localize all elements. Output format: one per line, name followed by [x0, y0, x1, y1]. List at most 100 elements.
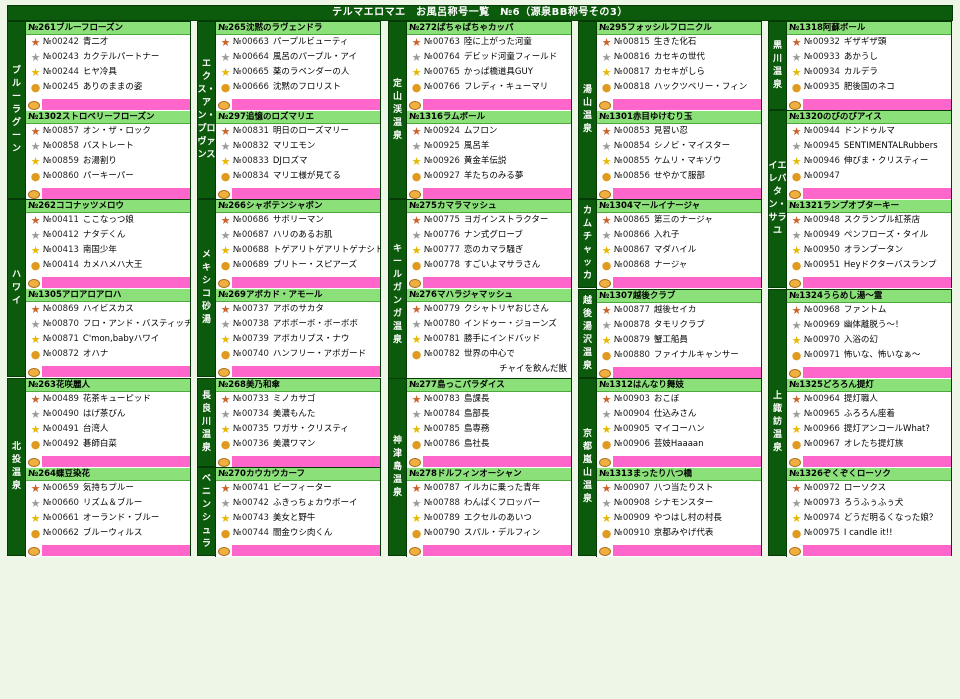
title-name: ヒヤ冷具: [82, 67, 117, 77]
gold-medal-icon: ★: [30, 423, 41, 436]
title-row: ★ №00866 入れ子: [597, 228, 761, 243]
title-row: ★ №00779 クシャトリヤおじさん: [407, 302, 571, 317]
title-name: 闇金ウシ肉くん: [272, 528, 333, 538]
title-name: 島部長: [463, 409, 490, 419]
title-row: ★ №00781 勝手にインドバッド: [407, 332, 571, 347]
title-name: ドンドゥルマ: [843, 126, 895, 136]
bronze-medal-icon: ★: [791, 214, 802, 227]
title-name: 提灯職人: [843, 394, 878, 404]
title-number: №00867: [614, 245, 650, 255]
title-group: №264蝶豆染花 ★ №00659 気持ちブルー ★ №00660 リズム＆ブルー ★ №006…: [25, 468, 190, 557]
title-row: ★ №00857 オン・ザ・ロック: [26, 124, 190, 139]
silver-medal-icon: ★: [30, 497, 41, 510]
gold-medal-icon: ★: [220, 244, 231, 257]
gold-medal-icon: ★: [791, 244, 802, 257]
title-number: №00777: [424, 245, 460, 255]
title-number: №00740: [233, 349, 269, 359]
gold-medal-icon: ★: [30, 244, 41, 257]
mascot-icon: [599, 190, 611, 199]
title-row: ★ №00775 ヨガインストラクター: [407, 213, 571, 228]
title-number: №00664: [233, 52, 269, 62]
title-name: ナージャ: [653, 260, 688, 270]
title-number: №00866: [614, 230, 650, 240]
title-row: ★ №00869 ハイビスカス: [26, 302, 190, 317]
group-name: №1321ランプオブターキー: [787, 200, 951, 213]
title-row: ★ №00870 フロ・アンド・バスティッチ: [26, 317, 190, 332]
title-number: №00764: [424, 52, 460, 62]
title-number: №00972: [804, 483, 840, 493]
title-number: №00865: [614, 215, 650, 225]
title-row: ★ №00871 C'mon,babyハワイ: [26, 332, 190, 347]
title-row: ★ №00661 オーランド・ブルー: [26, 511, 190, 526]
title-number: №00831: [233, 126, 269, 136]
group-name: №263花咲麗人: [26, 379, 190, 392]
title-name: 越後セイカ: [653, 305, 697, 315]
special-mascot-icon: ●: [30, 170, 41, 183]
title-number: №00737: [233, 304, 269, 314]
title-row: ● №00860 パーキーパー: [26, 169, 190, 184]
title-row: ★ №00411 ここなっつ娘: [26, 213, 190, 228]
title-number: №00870: [43, 319, 79, 329]
location-block: 北投温泉 №263花咲麗人 ★ №00489 花茶キューピッド ★ №00490 はげ茶びん ★…: [7, 378, 191, 557]
title-group: №1320のびのびアイス ★ №00944 ドンドゥルマ ★ №00945 SENTIMEN…: [786, 111, 951, 200]
group-footer-bar: [613, 188, 761, 199]
title-row: ● №00975 I candle it!!: [787, 526, 951, 541]
title-number: №00738: [233, 319, 269, 329]
mascot-icon: [218, 547, 230, 556]
title-row: ★ №00904 仕込みさん: [597, 407, 761, 422]
bronze-medal-icon: ★: [791, 125, 802, 138]
title-name: タモリクラブ: [653, 320, 705, 330]
mascot-icon: [599, 369, 611, 378]
title-row: ★ №00969 幽体離脱う〜！: [787, 318, 951, 333]
title-name: 気持ちブルー: [82, 483, 134, 493]
title-row: ★ №00973 ろうふぅふぅ犬: [787, 496, 951, 511]
special-mascot-icon: ●: [791, 259, 802, 272]
group-name: №1316ラムボール: [407, 111, 571, 124]
title-row: ★ №00783 島課長: [407, 392, 571, 407]
title-row: ★ №00865 第三のナージャ: [597, 213, 761, 228]
group-name: №268美乃和傘: [216, 379, 380, 392]
title-number: №00787: [424, 483, 460, 493]
title-name: 提灯アンコールWhat?: [843, 424, 930, 434]
title-number: №00927: [424, 171, 460, 181]
title-row: ● №00951 Heyドクターバスランプ: [787, 258, 951, 273]
silver-medal-icon: ★: [220, 318, 231, 331]
group-name: №295フォッシルフロニクル: [597, 22, 761, 35]
title-name: マリエ様が見てる: [272, 171, 341, 181]
group-name: №1320のびのびアイス: [787, 111, 951, 124]
title-name: 薬のラベンダーの人: [272, 67, 350, 77]
title-row: ★ №00944 ドンドゥルマ: [787, 124, 951, 139]
mascot-icon: [409, 101, 421, 110]
gold-medal-icon: ★: [601, 155, 612, 168]
mascot-icon: [28, 279, 40, 288]
title-row: ★ №00925 風呂羊: [407, 139, 571, 154]
title-row: ● №00245 ありのままの姿: [26, 80, 190, 95]
group-footer-bar: [423, 545, 571, 556]
title-group: №278ドルフィンオーシャン ★ №00787 イルカに乗った青年 ★ №00788 わんぱ…: [406, 468, 571, 557]
title-name: ここなっつ娘: [82, 215, 134, 225]
title-name: オランプータン: [843, 245, 904, 255]
title-row: ★ №00490 はげ茶びん: [26, 407, 190, 422]
title-row: ● №00935 肥後国のネコ: [787, 80, 951, 95]
title-group: №263花咲麗人 ★ №00489 花茶キューピッド ★ №00490 はげ茶びん ★ №004…: [25, 379, 190, 468]
title-number: №00974: [804, 513, 840, 523]
title-name: 芸妓Haaaan: [653, 439, 704, 449]
gold-medal-icon: ★: [791, 155, 802, 168]
title-number: №00763: [424, 37, 460, 47]
title-number: №00491: [43, 424, 79, 434]
title-number: №00907: [614, 483, 650, 493]
bronze-medal-icon: ★: [791, 482, 802, 495]
title-group: №268美乃和傘 ★ №00733 ミノカサゴ ★ №00734 美濃もんた ★ №00735 ワ…: [215, 379, 380, 468]
location-block: イエレバタン・サラユ №1320のびのびアイス ★ №00944 ドンドゥルマ ★ №009…: [768, 110, 952, 289]
special-mascot-icon: ●: [220, 170, 231, 183]
mascot-icon: [218, 368, 230, 377]
title-number: №00880: [614, 350, 650, 360]
mascot-icon: [789, 101, 801, 110]
title-number: №00949: [804, 230, 840, 240]
title-group: №1316ラムボール ★ №00924 ムフロン ★ №00925 風呂羊 ★ №00926 黄金…: [406, 111, 571, 200]
title-name: ブルーウィルス: [82, 528, 143, 538]
title-row: ● №00790 スパル・デルフィン: [407, 526, 571, 541]
location-label: 黒川温泉: [769, 22, 786, 109]
group-name: №277島っこパラダイス: [407, 379, 571, 392]
silver-medal-icon: ★: [601, 319, 612, 332]
